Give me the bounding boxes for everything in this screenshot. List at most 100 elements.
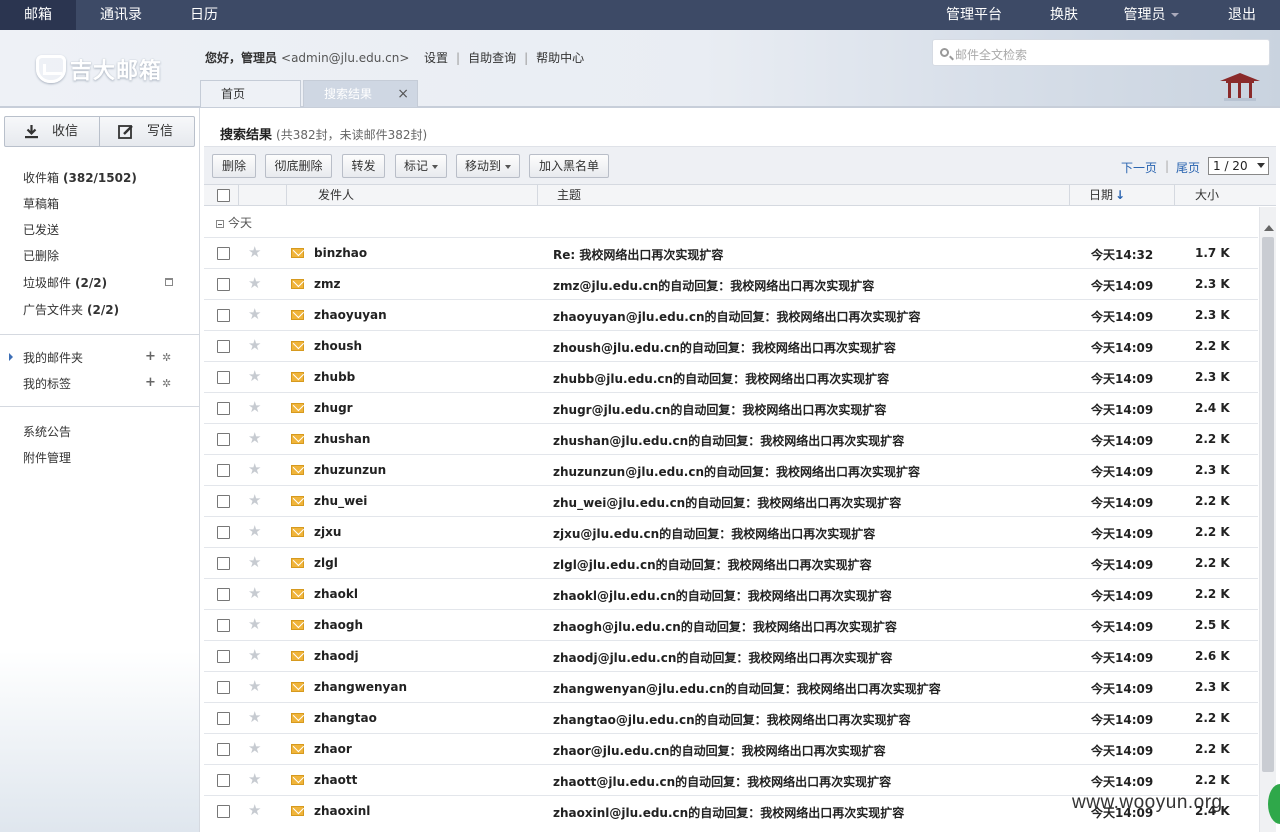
table-row[interactable]: ★ zhaogh zhaogh@jlu.edu.cn的自动回复：我校网络出口再次实现…	[204, 609, 1258, 640]
row-checkbox[interactable]	[217, 402, 230, 415]
search-input[interactable]: 邮件全文检索	[932, 39, 1270, 66]
table-row[interactable]: ★ zjxu zjxu@jlu.edu.cn的自动回复：我校网络出口再次实现扩容 今天…	[204, 516, 1258, 547]
table-row[interactable]: ★ zhu_wei zhu_wei@jlu.edu.cn的自动回复：我校网络出口再次…	[204, 485, 1258, 516]
star-icon[interactable]: ★	[248, 739, 261, 757]
star-icon[interactable]: ★	[248, 801, 261, 819]
star-icon[interactable]: ★	[248, 522, 261, 540]
star-icon[interactable]: ★	[248, 491, 261, 509]
scrollbar[interactable]	[1259, 207, 1276, 832]
star-icon[interactable]: ★	[248, 336, 261, 354]
table-row[interactable]: ★ zhushan zhushan@jlu.edu.cn的自动回复：我校网络出口再次…	[204, 423, 1258, 454]
row-checkbox[interactable]	[217, 681, 230, 694]
sidebar-item-announcements[interactable]: 系统公告	[23, 423, 71, 440]
table-row[interactable]: ★ binzhao Re: 我校网络出口再次实现扩容 今天14:32 1.7 K	[204, 237, 1258, 268]
row-checkbox[interactable]	[217, 557, 230, 570]
table-row[interactable]: ★ zhaodj zhaodj@jlu.edu.cn的自动回复：我校网络出口再次实现…	[204, 640, 1258, 671]
table-row[interactable]: ★ zhugr zhugr@jlu.edu.cn的自动回复：我校网络出口再次实现扩容…	[204, 392, 1258, 423]
link-settings[interactable]: 设置	[424, 51, 448, 65]
sidebar-item-deleted[interactable]: 已删除	[23, 247, 59, 264]
table-row[interactable]: ★ zhaor zhaor@jlu.edu.cn的自动回复：我校网络出口再次实现扩容…	[204, 733, 1258, 764]
table-row[interactable]: ★ zhaoyuyan zhaoyuyan@jlu.edu.cn的自动回复：我校网络…	[204, 299, 1258, 330]
column-subject[interactable]: 主题	[557, 185, 581, 206]
scrollbar-thumb[interactable]	[1262, 237, 1274, 772]
row-checkbox[interactable]	[217, 309, 230, 322]
sidebar-item-spam[interactable]: 垃圾邮件 (2/2)	[23, 274, 107, 291]
move-to-dropdown[interactable]: 移动到	[456, 154, 520, 178]
star-icon[interactable]: ★	[248, 615, 261, 633]
next-page-link[interactable]: 下一页	[1121, 159, 1157, 176]
expand-arrow-icon[interactable]	[9, 353, 13, 361]
row-checkbox[interactable]	[217, 278, 230, 291]
row-checkbox[interactable]	[217, 805, 230, 818]
row-checkbox[interactable]	[217, 495, 230, 508]
link-help[interactable]: 帮助中心	[536, 51, 584, 65]
star-icon[interactable]: ★	[248, 274, 261, 292]
star-icon[interactable]: ★	[248, 429, 261, 447]
row-checkbox[interactable]	[217, 588, 230, 601]
row-checkbox[interactable]	[217, 650, 230, 663]
column-date[interactable]: 日期 ↓	[1089, 185, 1125, 206]
row-checkbox[interactable]	[217, 712, 230, 725]
mark-dropdown[interactable]: 标记	[395, 154, 447, 178]
table-row[interactable]: ★ zhaott zhaott@jlu.edu.cn的自动回复：我校网络出口再次实现…	[204, 764, 1258, 795]
star-icon[interactable]: ★	[248, 553, 261, 571]
last-page-link[interactable]: 尾页	[1176, 159, 1200, 176]
column-size[interactable]: 大小	[1195, 185, 1219, 206]
table-row[interactable]: ★ zhoush zhoush@jlu.edu.cn的自动回复：我校网络出口再次实现…	[204, 330, 1258, 361]
receive-button[interactable]: 收信	[5, 117, 99, 146]
nav-logout[interactable]: 退出	[1218, 0, 1266, 30]
row-checkbox[interactable]	[217, 340, 230, 353]
nav-contacts[interactable]: 通讯录	[84, 0, 158, 30]
tab-search-results[interactable]: 搜索结果 ×	[303, 80, 418, 107]
table-row[interactable]: ★ zhangtao zhangtao@jlu.edu.cn的自动回复：我校网络出口…	[204, 702, 1258, 733]
row-checkbox[interactable]	[217, 371, 230, 384]
star-icon[interactable]: ★	[248, 770, 261, 788]
sidebar-item-sent[interactable]: 已发送	[23, 221, 59, 238]
group-today[interactable]: 今天	[216, 214, 252, 231]
row-checkbox[interactable]	[217, 464, 230, 477]
table-row[interactable]: ★ zhaokl zhaokl@jlu.edu.cn的自动回复：我校网络出口再次实现…	[204, 578, 1258, 609]
star-icon[interactable]: ★	[248, 646, 261, 664]
nav-admin-platform[interactable]: 管理平台	[936, 0, 1012, 30]
trash-icon[interactable]	[165, 278, 173, 286]
star-icon[interactable]: ★	[248, 708, 261, 726]
add-tag-icon[interactable]: +	[145, 375, 156, 390]
forward-button[interactable]: 转发	[342, 154, 385, 178]
star-icon[interactable]: ★	[248, 460, 261, 478]
star-icon[interactable]: ★	[248, 305, 261, 323]
page-select[interactable]: 1 / 20	[1208, 157, 1269, 175]
nav-calendar[interactable]: 日历	[174, 0, 234, 30]
star-icon[interactable]: ★	[248, 677, 261, 695]
star-icon[interactable]: ★	[248, 367, 261, 385]
delete-permanently-button[interactable]: 彻底删除	[265, 154, 332, 178]
nav-mail[interactable]: 邮箱	[0, 0, 76, 30]
compose-button[interactable]: 写信	[100, 117, 195, 146]
table-row[interactable]: ★ zmz zmz@jlu.edu.cn的自动回复：我校网络出口再次实现扩容 今天14…	[204, 268, 1258, 299]
tab-home[interactable]: 首页	[200, 80, 301, 107]
row-checkbox[interactable]	[217, 433, 230, 446]
sidebar-item-my-tags[interactable]: 我的标签	[23, 375, 71, 392]
sidebar-item-drafts[interactable]: 草稿箱	[23, 195, 59, 212]
nav-skin[interactable]: 换肤	[1040, 0, 1088, 30]
delete-button[interactable]: 删除	[212, 154, 256, 178]
scroll-up-arrow-icon[interactable]	[1264, 225, 1274, 231]
add-folder-icon[interactable]: +	[145, 349, 156, 364]
sidebar-item-inbox[interactable]: 收件箱 (382/1502)	[23, 169, 137, 186]
star-icon[interactable]: ★	[248, 243, 261, 261]
tag-settings-icon[interactable]: ✲	[162, 377, 171, 390]
folder-settings-icon[interactable]: ✲	[162, 351, 171, 364]
sidebar-item-attachments[interactable]: 附件管理	[23, 449, 71, 466]
select-all-checkbox[interactable]	[217, 189, 230, 202]
row-checkbox[interactable]	[217, 743, 230, 756]
table-row[interactable]: ★ zhubb zhubb@jlu.edu.cn的自动回复：我校网络出口再次实现扩容…	[204, 361, 1258, 392]
close-icon[interactable]: ×	[397, 81, 409, 107]
sidebar-item-ads[interactable]: 广告文件夹 (2/2)	[23, 301, 119, 318]
row-checkbox[interactable]	[217, 526, 230, 539]
star-icon[interactable]: ★	[248, 584, 261, 602]
table-row[interactable]: ★ zhangwenyan zhangwenyan@jlu.edu.cn的自动回复：…	[204, 671, 1258, 702]
row-checkbox[interactable]	[217, 774, 230, 787]
blacklist-button[interactable]: 加入黑名单	[529, 154, 609, 178]
link-self-query[interactable]: 自助查询	[468, 51, 516, 65]
row-checkbox[interactable]	[217, 619, 230, 632]
row-checkbox[interactable]	[217, 247, 230, 260]
